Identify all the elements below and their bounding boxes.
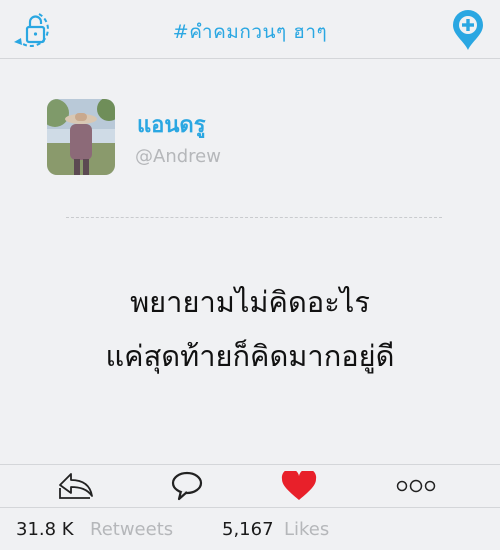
top-bar: #คำคมกวนๆ ฮาๆ	[0, 0, 500, 59]
comment-button[interactable]	[170, 471, 204, 501]
add-post-button[interactable]	[450, 8, 486, 52]
add-pin-icon	[453, 10, 483, 50]
profile-handle: @Andrew	[135, 146, 221, 167]
page-title: #คำคมกวนๆ ฮาๆ	[172, 21, 328, 43]
post-stats: 31.8 K Retweets 5,167 Likes	[0, 517, 500, 547]
action-bar	[0, 464, 500, 508]
user-photo	[47, 99, 115, 175]
heart-icon	[281, 471, 317, 500]
divider	[66, 217, 442, 218]
post-text-line-1: พยายามไม่คิดอะไร	[130, 285, 370, 319]
like-button[interactable]	[281, 471, 317, 501]
share-button[interactable]	[58, 471, 94, 501]
retweets-label[interactable]: Retweets	[90, 519, 173, 540]
more-icon	[396, 479, 436, 493]
avatar[interactable]	[47, 99, 115, 175]
profile-name[interactable]: แอนดรู	[137, 107, 206, 142]
more-button[interactable]	[393, 471, 439, 501]
likes-count: 5,167	[222, 519, 274, 540]
share-icon	[59, 473, 93, 499]
comment-icon	[171, 471, 203, 501]
post-text-line-2: แค่สุดท้ายก็คิดมากอยู่ดี	[105, 339, 395, 373]
retweets-count: 31.8 K	[16, 519, 74, 540]
likes-label[interactable]: Likes	[284, 519, 329, 540]
